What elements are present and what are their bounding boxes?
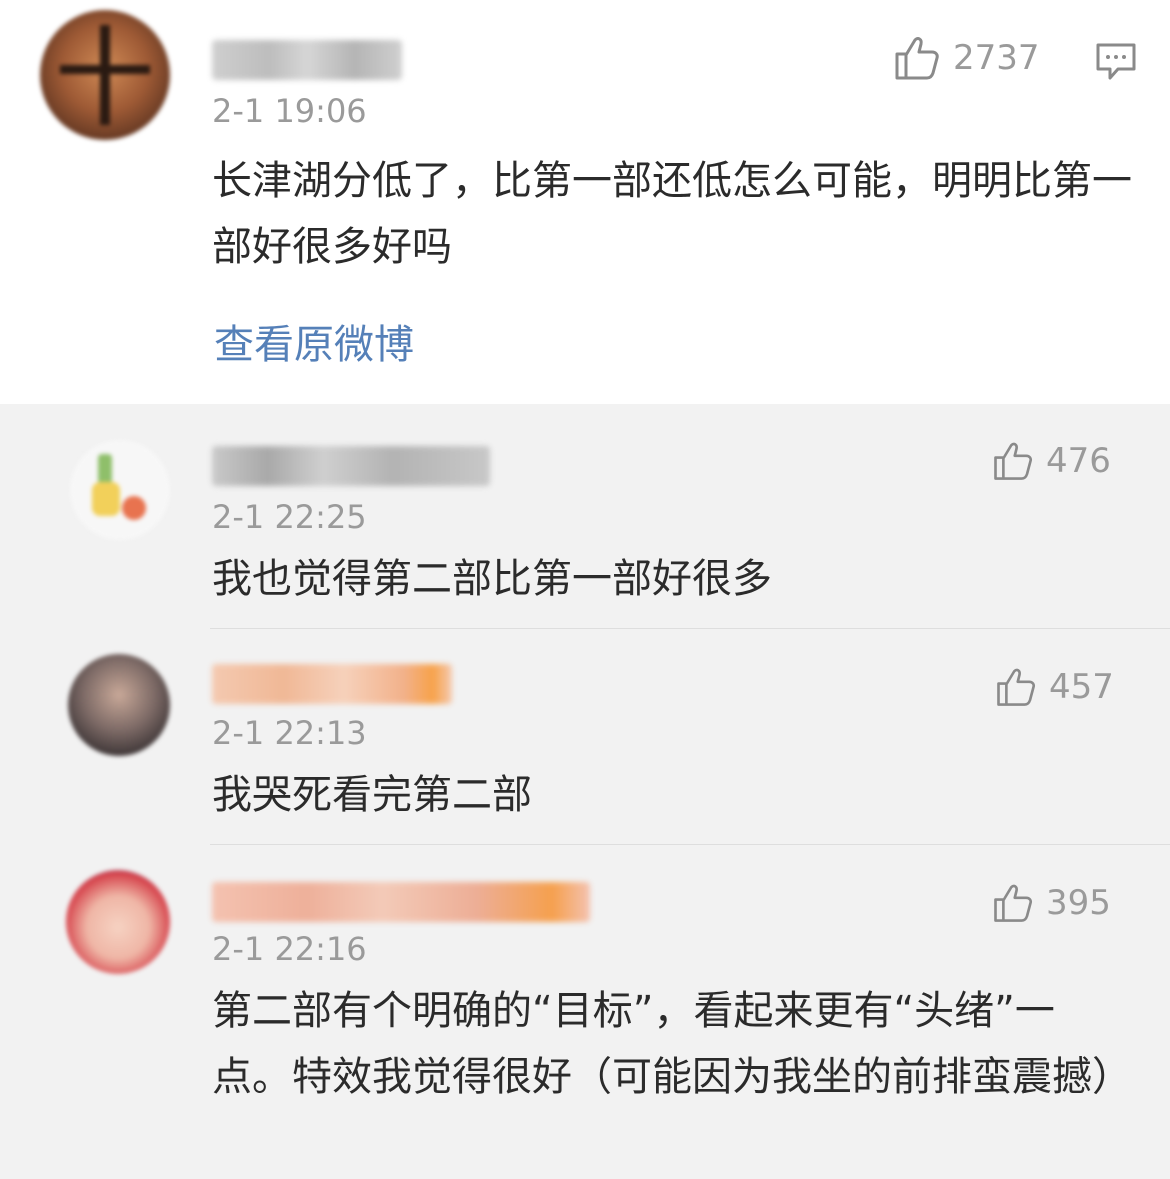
reply-time: 2-1 22:13: [212, 714, 367, 752]
comment-text: 长津湖分低了，比第一部还低怎么可能，明明比第一部好很多好吗: [212, 158, 1132, 270]
like-count: 395: [1046, 883, 1111, 923]
avatar[interactable]: [68, 654, 170, 756]
replies-section: 2-1 22:25 476 我也觉得第二部比第一部好很多 2-1 22:13 4…: [0, 404, 1170, 1179]
divider: [210, 844, 1170, 845]
like-button[interactable]: 476: [992, 440, 1111, 482]
avatar[interactable]: [66, 870, 170, 974]
view-original-weibo-link[interactable]: 查看原微博: [214, 312, 414, 370]
like-button[interactable]: 457: [995, 666, 1114, 708]
reply-text: 我哭死看完第二部: [212, 772, 532, 818]
username-redacted[interactable]: [212, 664, 452, 704]
comment-icon[interactable]: [1095, 42, 1137, 86]
username-redacted[interactable]: [212, 882, 590, 922]
main-comment: 2-1 19:06 2737 长津湖分低了，比第一部还低怎么可能，明明比第一部好…: [0, 0, 1170, 404]
username-redacted[interactable]: [212, 446, 490, 486]
avatar[interactable]: [40, 10, 170, 140]
thumbs-up-icon: [893, 34, 941, 82]
like-button[interactable]: 2737: [893, 34, 1040, 82]
username-redacted[interactable]: [212, 40, 402, 80]
thumbs-up-icon: [992, 440, 1034, 482]
like-count: 457: [1049, 667, 1114, 707]
reply-time: 2-1 22:25: [212, 498, 367, 536]
avatar[interactable]: [70, 440, 170, 540]
divider: [210, 628, 1170, 629]
comment-time: 2-1 19:06: [212, 92, 367, 130]
like-button[interactable]: 395: [992, 882, 1111, 924]
reply-text: 第二部有个明确的“目标”，看起来更有“头绪”一点。特效我觉得很好（可能因为我坐的…: [212, 988, 1132, 1100]
thumbs-up-icon: [992, 882, 1034, 924]
like-count: 476: [1046, 441, 1111, 481]
like-count: 2737: [953, 38, 1040, 78]
thumbs-up-icon: [995, 666, 1037, 708]
reply-text: 我也觉得第二部比第一部好很多: [212, 556, 772, 602]
reply-time: 2-1 22:16: [212, 930, 367, 968]
